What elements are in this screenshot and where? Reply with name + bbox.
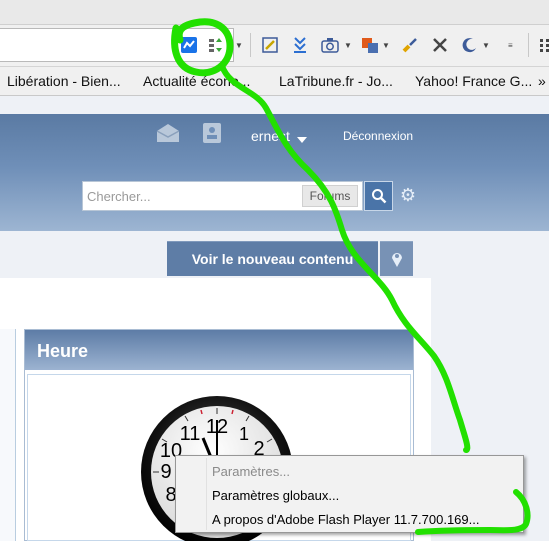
bookmark-item[interactable]: Libération - Bien... <box>7 73 121 89</box>
translate-icon[interactable] <box>360 35 380 55</box>
bookmarks-bar: Libération - Bien... Actualité écono... … <box>0 67 549 96</box>
notifications-icon[interactable] <box>200 122 226 144</box>
bookmark-item[interactable]: Yahoo! France G... <box>415 73 532 89</box>
left-column-widget <box>0 329 16 541</box>
gear-icon[interactable]: ⚙ <box>398 185 418 205</box>
title-strip <box>0 0 549 25</box>
chevron-down-icon[interactable]: ▼ <box>482 41 490 50</box>
menu-divider <box>206 458 207 530</box>
new-content-button[interactable]: Voir le nouveau contenu <box>167 241 378 276</box>
messages-icon[interactable] <box>155 122 181 144</box>
location-pin-icon[interactable] <box>380 241 413 276</box>
widget-header: Heure <box>25 330 413 370</box>
overflow-icon[interactable]: ≡ <box>508 41 513 50</box>
download-icon[interactable] <box>290 35 310 55</box>
flash-context-menu: Paramètres... Paramètres globaux... A pr… <box>175 455 524 533</box>
chevron-down-icon[interactable] <box>297 137 307 143</box>
bookmark-item[interactable]: LaTribune.fr - Jo... <box>279 73 393 89</box>
clock-numeral: 1 <box>239 424 249 444</box>
clock-numeral: 9 <box>160 461 171 483</box>
menu-item-about-flash[interactable]: A propos d'Adobe Flash Player 11.7.700.1… <box>212 512 479 527</box>
sort-icon[interactable] <box>206 35 226 55</box>
search-icon <box>371 189 386 204</box>
search-scope-button[interactable]: Forums <box>302 185 358 207</box>
menu-item-settings: Paramètres... <box>212 464 291 479</box>
menu-grid-icon[interactable] <box>535 35 549 55</box>
toolbar-divider <box>528 33 529 57</box>
logout-link[interactable]: Déconnexion <box>343 129 413 143</box>
search-button[interactable] <box>364 181 393 211</box>
bookmark-item[interactable]: Actualité écono... <box>143 73 250 89</box>
moon-icon[interactable] <box>460 35 480 55</box>
flash-plugin-icon[interactable] <box>179 35 199 55</box>
clock-numeral: 11 <box>180 423 201 445</box>
edit-page-icon[interactable] <box>260 35 280 55</box>
camera-icon[interactable] <box>320 35 340 55</box>
bookmarks-more-button[interactable]: » <box>538 73 546 89</box>
widget-title: Heure <box>37 341 89 361</box>
tools-icon[interactable] <box>430 35 450 55</box>
chevron-down-icon[interactable]: ▼ <box>235 41 243 50</box>
menu-item-global-settings[interactable]: Paramètres globaux... <box>212 488 339 503</box>
chevron-down-icon[interactable]: ▼ <box>344 41 352 50</box>
toolbar-divider <box>250 33 251 57</box>
browser-toolbar: ▼ ▼ ▼ ▼ ≡ <box>0 0 549 67</box>
brush-icon[interactable] <box>400 35 420 55</box>
chevron-down-icon[interactable]: ▼ <box>382 41 390 50</box>
username-menu[interactable]: ernest <box>251 128 290 144</box>
